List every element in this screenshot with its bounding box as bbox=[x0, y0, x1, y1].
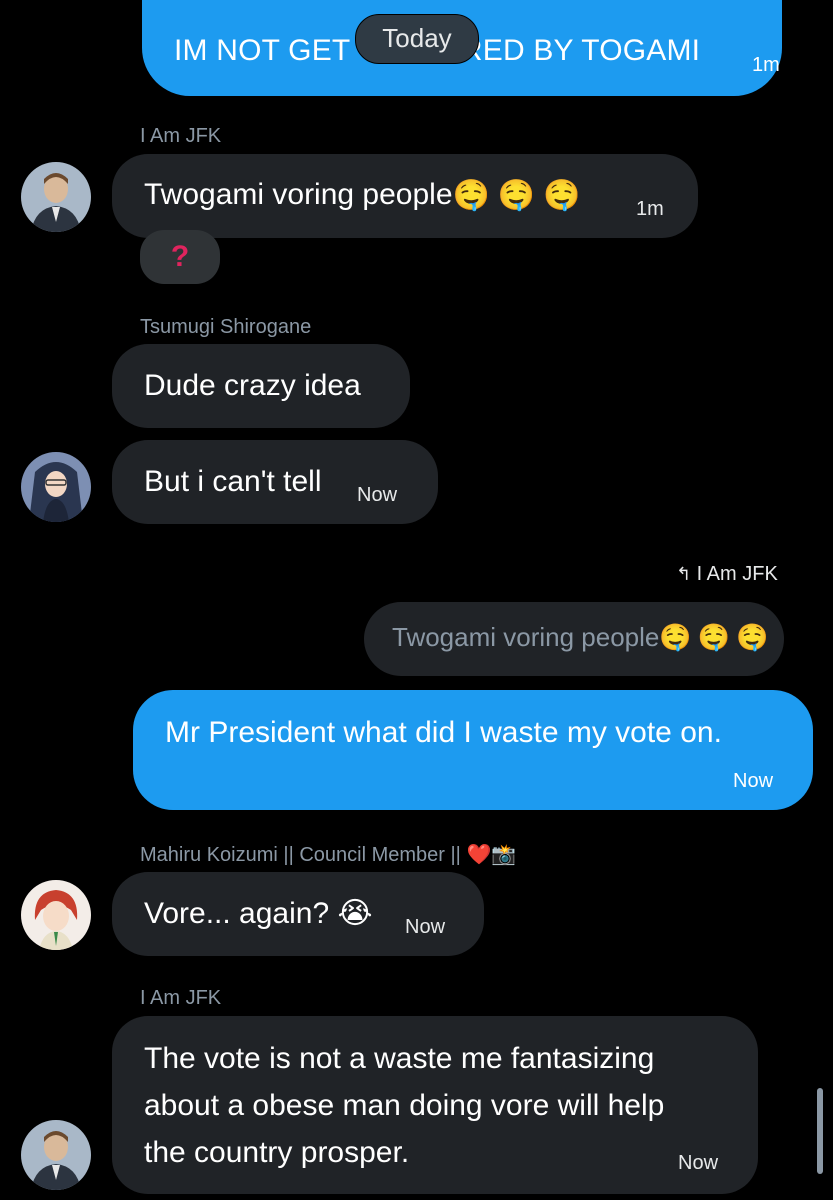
message-text: Dude crazy idea bbox=[144, 369, 361, 402]
avatar-jfk-image bbox=[21, 1120, 91, 1190]
avatar-tsumugi-image bbox=[21, 452, 91, 522]
avatar-jfk[interactable] bbox=[21, 162, 91, 232]
reaction-chip[interactable]: ? bbox=[140, 230, 220, 284]
reply-arrow-icon: ↰ bbox=[676, 564, 692, 584]
message-line: about a obese man doing vore will help bbox=[144, 1089, 665, 1122]
reply-indicator: ↰ I Am JFK bbox=[676, 563, 778, 586]
question-mark-reaction: ? bbox=[170, 240, 190, 273]
message-time: Now bbox=[357, 484, 398, 506]
incoming-message-bubble[interactable]: The vote is not a waste me fantasizing a… bbox=[112, 1016, 758, 1194]
drooling-face-emoji: 🤤🤤🤤 bbox=[659, 622, 775, 652]
sender-name: Mahiru Koizumi || Council Member || bbox=[140, 844, 461, 866]
message-line: the country prosper. bbox=[144, 1136, 410, 1169]
incoming-message-bubble[interactable]: Twogami voring people🤤🤤🤤 1m bbox=[112, 154, 698, 238]
crying-face-emoji: 😭 bbox=[337, 897, 373, 930]
sender-name-row: Mahiru Koizumi || Council Member || ❤️📸 bbox=[140, 842, 516, 867]
outgoing-message-bubble[interactable]: Mr President what did I waste my vote on… bbox=[133, 690, 813, 810]
quoted-text: Twogami voring people🤤🤤🤤 bbox=[392, 622, 775, 653]
incoming-message-bubble[interactable]: But i can't tell Now bbox=[112, 440, 438, 524]
sender-name: I Am JFK bbox=[140, 125, 222, 147]
message-text: Twogami voring people🤤🤤🤤 bbox=[144, 172, 589, 219]
avatar-mahiru[interactable] bbox=[21, 880, 91, 950]
avatar-mahiru-image bbox=[21, 880, 91, 950]
quoted-text-content: Twogami voring people bbox=[392, 622, 660, 652]
scrollbar-thumb[interactable] bbox=[817, 1088, 823, 1174]
message-text: Mr President what did I waste my vote on… bbox=[165, 716, 722, 749]
date-divider-label: Today bbox=[382, 23, 452, 53]
message-text-content: Twogami voring people bbox=[144, 178, 453, 211]
message-time: Now bbox=[678, 1152, 719, 1174]
heart-camera-emoji: ❤️📸 bbox=[466, 844, 517, 866]
message-line: The vote is not a waste me fantasizing bbox=[144, 1042, 655, 1075]
message-time: Now bbox=[405, 916, 446, 938]
drooling-face-emoji: 🤤🤤🤤 bbox=[452, 179, 589, 213]
quoted-message[interactable]: Twogami voring people🤤🤤🤤 bbox=[364, 602, 784, 676]
avatar-jfk-image bbox=[21, 162, 91, 232]
incoming-message-bubble[interactable]: Vore... again? 😭 Now bbox=[112, 872, 484, 956]
reply-to-label: I Am JFK bbox=[696, 563, 778, 585]
message-time: 1m bbox=[636, 198, 664, 220]
avatar-jfk[interactable] bbox=[21, 1120, 91, 1190]
message-time: Now bbox=[733, 770, 774, 792]
date-divider: Today bbox=[355, 14, 479, 64]
message-text-content: Vore... again? bbox=[144, 897, 330, 930]
message-text: Vore... again? 😭 bbox=[144, 891, 373, 937]
message-time: 1m bbox=[752, 54, 780, 76]
sender-name: I Am JFK bbox=[140, 987, 222, 1009]
avatar-tsumugi[interactable] bbox=[21, 452, 91, 522]
sender-name: Tsumugi Shirogane bbox=[140, 316, 312, 338]
message-text: But i can't tell bbox=[144, 465, 322, 498]
incoming-message-bubble[interactable]: Dude crazy idea bbox=[112, 344, 410, 428]
